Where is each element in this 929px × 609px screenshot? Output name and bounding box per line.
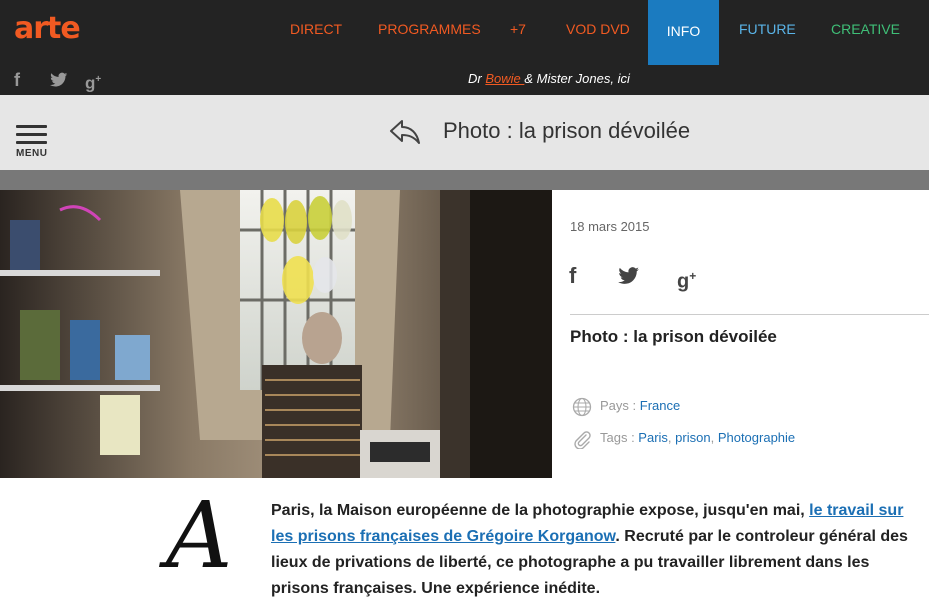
title-bar: MENU Photo : la prison dévoilée xyxy=(0,95,929,170)
tag-link[interactable]: prison xyxy=(675,430,710,445)
top-bar: arte DIRECT PROGRAMMES +7 VOD DVD INFO F… xyxy=(0,0,929,95)
menu-label[interactable]: MENU xyxy=(16,148,47,159)
nav-direct[interactable]: DIRECT xyxy=(290,0,342,65)
country-link[interactable]: France xyxy=(640,398,680,413)
nav-plus7[interactable]: +7 xyxy=(510,0,526,65)
prison-cell-photo xyxy=(0,190,552,478)
tags-row: Tags : Paris, prison, Photographie xyxy=(572,428,795,449)
article-side-title: Photo : la prison dévoilée xyxy=(570,327,777,346)
divider-strip xyxy=(0,170,929,190)
promo-link[interactable]: Bowie xyxy=(485,71,524,86)
article-info-panel: 18 mars 2015 f g+ Photo : la prison dévo… xyxy=(552,190,929,478)
facebook-icon[interactable]: f xyxy=(569,263,576,289)
nav-info[interactable]: INFO xyxy=(648,0,719,65)
promo-suffix: & Mister Jones, ici xyxy=(524,71,630,86)
hamburger-menu-icon[interactable] xyxy=(16,125,47,149)
google-plus-icon[interactable]: g+ xyxy=(85,68,101,96)
back-arrow-icon[interactable] xyxy=(389,119,421,145)
nav-programmes[interactable]: PROGRAMMES xyxy=(378,0,481,65)
promo-banner: Dr Bowie & Mister Jones, ici xyxy=(468,71,630,86)
twitter-icon[interactable] xyxy=(50,68,68,94)
facebook-icon[interactable]: f xyxy=(14,68,20,92)
promo-prefix: Dr xyxy=(468,71,486,86)
nav-creative[interactable]: CREATIVE xyxy=(831,0,900,65)
nav-future[interactable]: FUTURE xyxy=(739,0,796,65)
country-label: Pays : xyxy=(600,398,640,413)
page-title: Photo : la prison dévoilée xyxy=(443,118,691,143)
globe-icon xyxy=(572,397,592,416)
lead-text-before: Paris, la Maison européenne de la photog… xyxy=(271,502,810,519)
tags-label: Tags : xyxy=(600,430,639,445)
dropcap-letter: A xyxy=(166,482,233,589)
country-row: Pays : France xyxy=(572,396,680,416)
paperclip-icon xyxy=(574,430,591,449)
arte-logo[interactable]: arte xyxy=(14,14,81,44)
article-lead: Paris, la Maison européenne de la photog… xyxy=(271,498,921,602)
google-plus-icon[interactable]: g+ xyxy=(677,263,696,295)
nav-vod-dvd[interactable]: VOD DVD xyxy=(566,0,630,65)
side-divider xyxy=(570,314,929,315)
tag-link[interactable]: Photographie xyxy=(718,430,795,445)
twitter-icon[interactable] xyxy=(618,263,640,291)
article-date: 18 mars 2015 xyxy=(570,219,650,234)
tag-link[interactable]: Paris xyxy=(638,430,668,445)
